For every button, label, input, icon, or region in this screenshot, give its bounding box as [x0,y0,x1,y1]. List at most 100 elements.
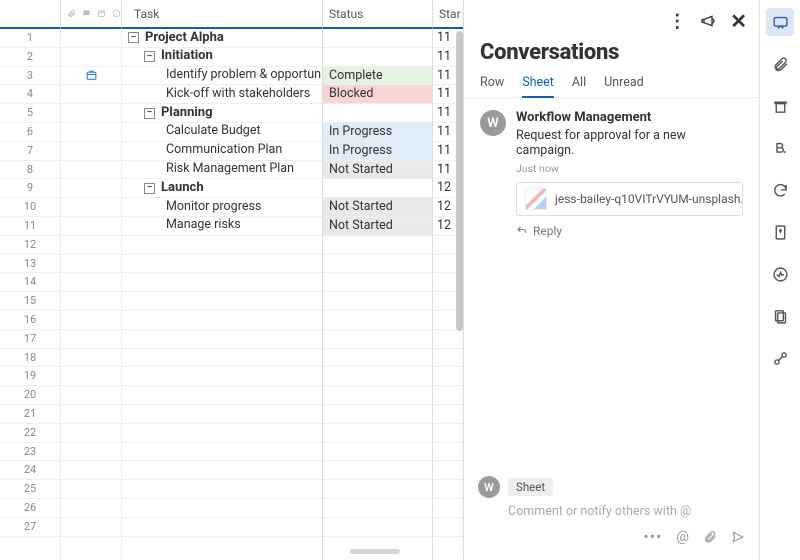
status-cell[interactable] [323,518,432,537]
task-cell[interactable]: Monitor progress [122,198,322,217]
status-cell[interactable]: Complete [323,67,432,86]
reply-button[interactable]: Reply [516,224,743,238]
task-cell[interactable] [122,311,322,330]
start-cell[interactable] [433,405,463,424]
row-number[interactable]: 17 [0,330,60,349]
task-cell[interactable] [122,518,322,537]
task-cell[interactable] [122,330,322,349]
status-cell[interactable] [323,443,432,462]
row-indicators[interactable] [61,179,121,198]
rail-proofs-icon[interactable] [766,92,794,120]
row-indicators[interactable] [61,405,121,424]
status-cell[interactable] [323,386,432,405]
row-number[interactable]: 7 [0,142,60,161]
panel-tab-unread[interactable]: Unread [604,75,644,97]
status-cell[interactable] [323,349,432,368]
start-cell[interactable] [433,349,463,368]
status-cell[interactable] [323,311,432,330]
compose-more-icon[interactable]: ••• [643,527,662,546]
row-number[interactable]: 12 [0,236,60,255]
row-indicators[interactable] [61,386,121,405]
status-cell[interactable] [323,29,432,48]
row-indicators[interactable] [61,311,121,330]
start-cell[interactable] [433,424,463,443]
row-number[interactable]: 19 [0,367,60,386]
row-number[interactable]: 26 [0,499,60,518]
task-cell[interactable] [122,236,322,255]
row-number[interactable]: 22 [0,424,60,443]
row-number[interactable]: 14 [0,273,60,292]
row-indicators[interactable] [61,142,121,161]
compose-scope[interactable]: Sheet [508,478,553,496]
status-cell[interactable]: Not Started [323,198,432,217]
row-number[interactable]: 3 [0,67,60,86]
status-cell[interactable] [323,367,432,386]
rail-conversations-icon[interactable] [766,8,794,36]
row-indicators[interactable] [61,255,121,274]
row-number[interactable]: 4 [0,85,60,104]
status-cell[interactable] [323,424,432,443]
row-number[interactable]: 16 [0,311,60,330]
row-indicators[interactable] [61,480,121,499]
status-cell[interactable] [323,461,432,480]
status-cell[interactable]: Blocked [323,85,432,104]
task-cell[interactable] [122,461,322,480]
start-cell[interactable] [433,518,463,537]
start-cell[interactable] [433,330,463,349]
mention-icon[interactable]: @ [676,529,689,545]
status-cell[interactable]: In Progress [323,142,432,161]
megaphone-icon[interactable] [700,13,716,29]
task-cell[interactable] [122,273,322,292]
task-cell[interactable]: Identify problem & opportunity [122,67,322,86]
row-number[interactable]: 20 [0,386,60,405]
task-cell[interactable]: −Initiation [122,48,322,67]
row-indicators[interactable] [61,461,121,480]
rail-summary-icon[interactable] [766,302,794,330]
row-indicators[interactable] [61,424,121,443]
column-header-start[interactable]: Star [433,0,463,29]
task-cell[interactable]: Communication Plan [122,142,322,161]
row-indicators[interactable] [61,518,121,537]
row-indicators[interactable] [61,29,121,48]
column-header-status[interactable]: Status [323,0,433,29]
row-indicators[interactable] [61,85,121,104]
row-number[interactable]: 23 [0,443,60,462]
conversation-item[interactable]: W Workflow Management Request for approv… [464,98,759,250]
horizontal-scrollbar[interactable] [350,549,400,554]
status-cell[interactable]: Not Started [323,161,432,180]
row-indicators[interactable] [61,292,121,311]
row-number[interactable]: 25 [0,480,60,499]
row-number[interactable]: 18 [0,349,60,368]
row-indicators[interactable] [61,349,121,368]
task-cell[interactable]: Calculate Budget [122,123,322,142]
row-indicators[interactable] [61,217,121,236]
row-number[interactable]: 15 [0,292,60,311]
rail-activity-icon[interactable] [766,260,794,288]
send-icon[interactable] [731,530,745,544]
status-cell[interactable] [323,104,432,123]
status-cell[interactable]: In Progress [323,123,432,142]
status-cell[interactable] [323,236,432,255]
start-cell[interactable] [433,443,463,462]
row-number[interactable]: 13 [0,255,60,274]
row-number[interactable]: 5 [0,104,60,123]
task-cell[interactable]: Kick-off with stakeholders [122,85,322,104]
row-number[interactable]: 10 [0,198,60,217]
start-cell[interactable] [433,480,463,499]
vertical-scrollbar[interactable] [456,31,463,331]
task-cell[interactable]: Risk Management Plan [122,161,322,180]
row-number[interactable]: 2 [0,48,60,67]
start-cell[interactable] [433,386,463,405]
row-indicators[interactable] [61,367,121,386]
row-indicators[interactable] [61,198,121,217]
row-number[interactable]: 21 [0,405,60,424]
status-cell[interactable] [323,292,432,311]
rail-brandfolder-icon[interactable] [766,134,794,162]
compose-input[interactable]: Comment or notify others with @ [508,504,745,519]
task-cell[interactable] [122,255,322,274]
task-cell[interactable]: Manage risks [122,217,322,236]
start-cell[interactable] [433,499,463,518]
task-cell[interactable] [122,386,322,405]
status-cell[interactable]: Not Started [323,217,432,236]
task-cell[interactable] [122,499,322,518]
